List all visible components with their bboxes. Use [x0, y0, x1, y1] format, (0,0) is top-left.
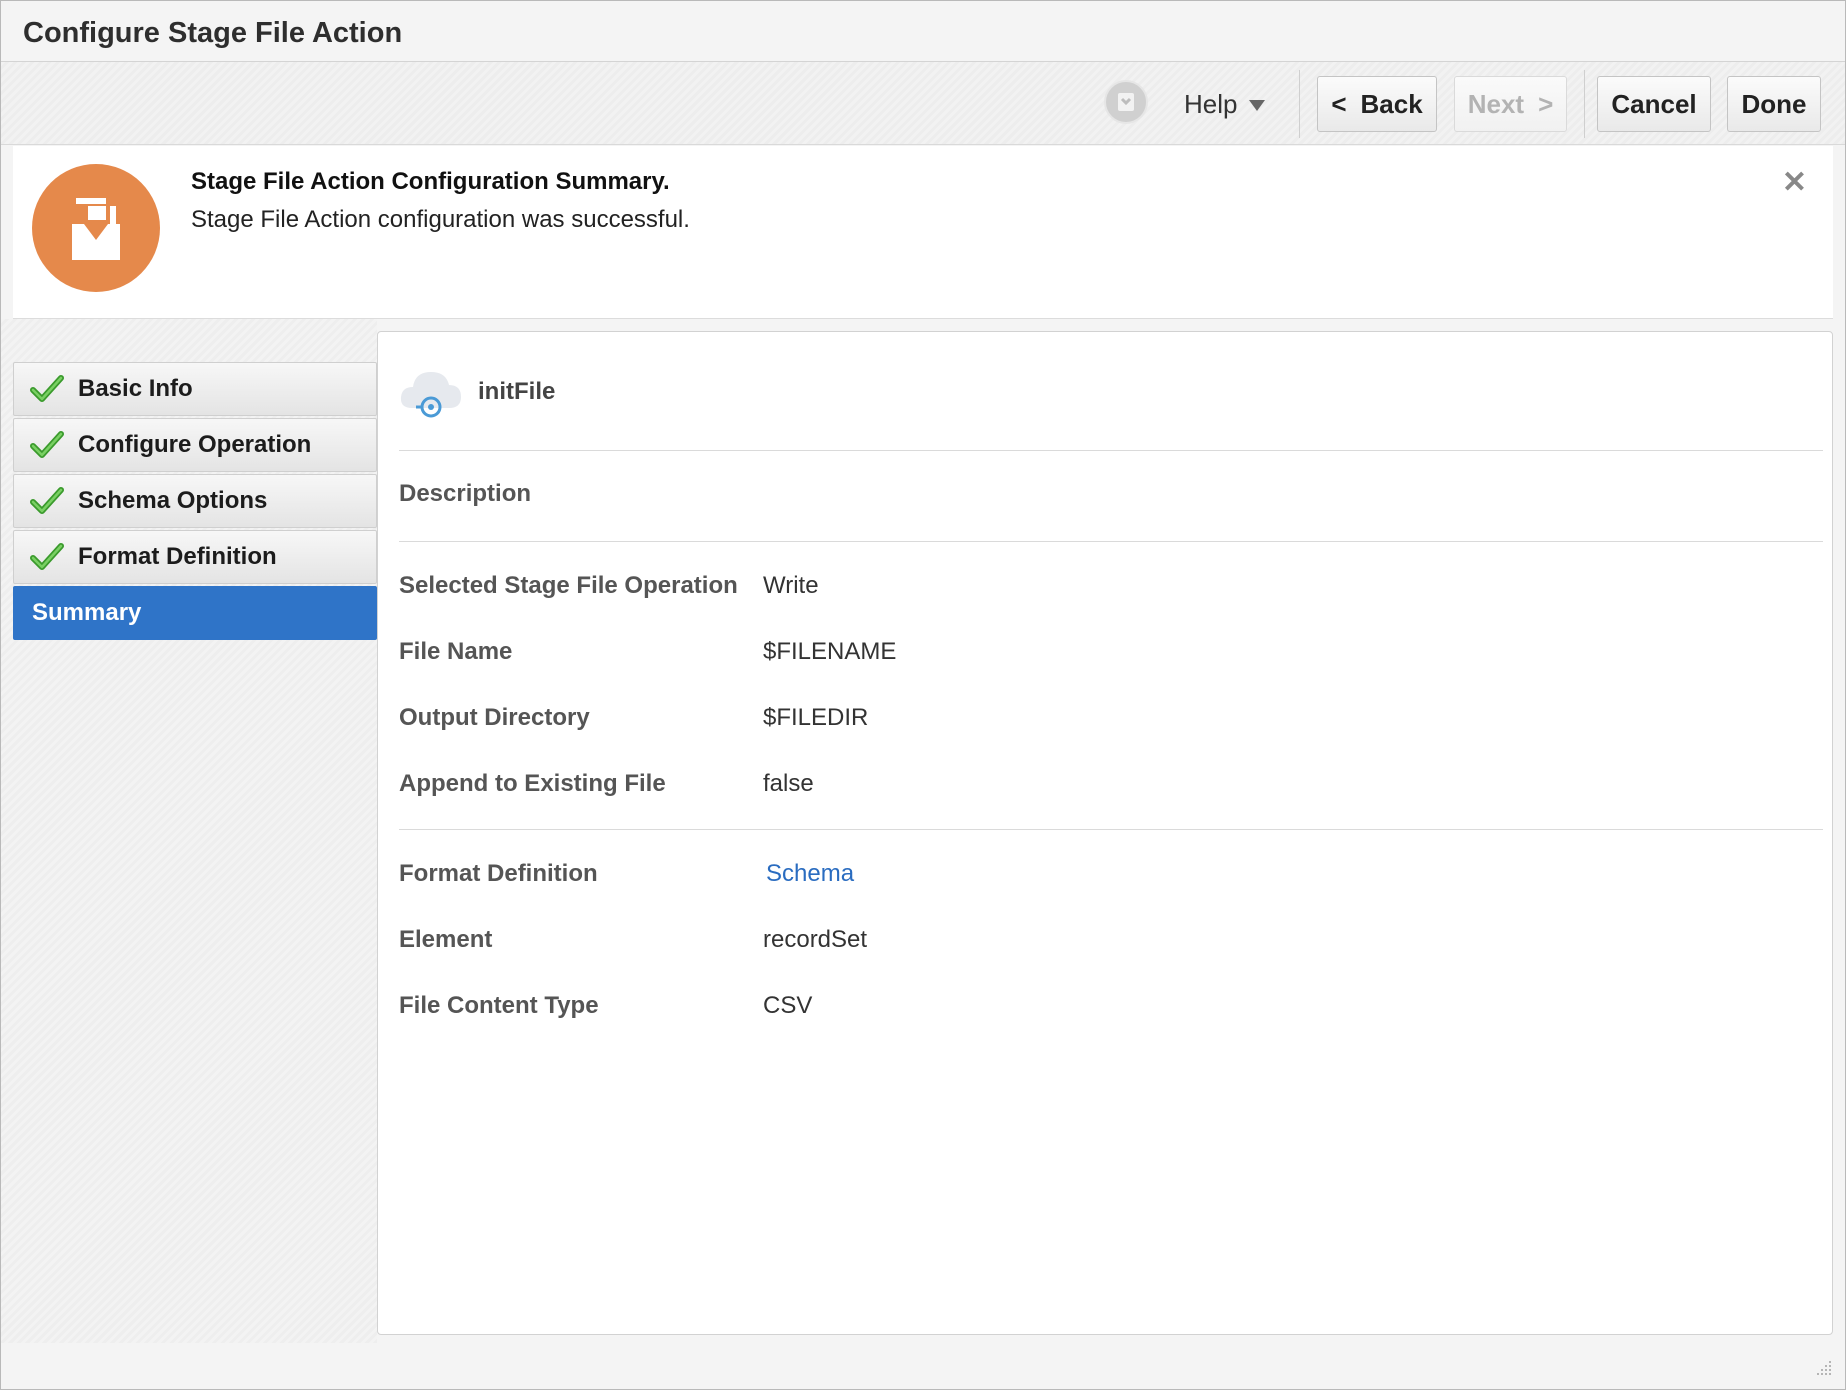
row-value: false: [763, 770, 814, 797]
done-button[interactable]: Done: [1727, 76, 1821, 132]
step-label: Format Definition: [78, 543, 277, 570]
checkmark-icon: [30, 375, 64, 402]
summary-row: Append to Existing File false: [399, 770, 814, 798]
row-value: $FILENAME: [763, 638, 897, 665]
cancel-label: Cancel: [1611, 88, 1697, 119]
step-basic-info[interactable]: Basic Info: [13, 362, 377, 416]
divider: [399, 450, 1823, 451]
summary-row: File Name $FILENAME: [399, 638, 896, 666]
divider: [399, 829, 1823, 830]
step-label: Schema Options: [78, 487, 268, 514]
row-label: Selected Stage File Operation: [399, 572, 738, 599]
row-label: Element: [399, 926, 493, 953]
toolbar-divider: [1584, 70, 1585, 138]
description-label: Description: [399, 480, 532, 507]
cloud-adapter-icon: [400, 372, 461, 418]
row-label: File Name: [399, 638, 513, 665]
row-label: Append to Existing File: [399, 770, 666, 797]
dialog-title: Configure Stage File Action: [23, 17, 403, 49]
chevron-down-icon: [1249, 100, 1266, 111]
user-avatar-icon[interactable]: [1104, 80, 1148, 124]
step-label: Summary: [32, 599, 142, 626]
row-label: Format Definition: [399, 860, 598, 887]
next-button[interactable]: Next >: [1454, 76, 1567, 132]
step-label: Configure Operation: [78, 431, 312, 458]
wizard-toolbar: Help < Back Next > Cancel Done: [1, 62, 1845, 145]
checkmark-icon: [30, 543, 64, 570]
row-value: $FILEDIR: [763, 704, 869, 731]
toolbar-divider: [1299, 70, 1300, 138]
done-label: Done: [1741, 88, 1807, 119]
back-label: Back: [1360, 88, 1423, 119]
row-label: Output Directory: [399, 704, 590, 731]
row-label: File Content Type: [399, 992, 599, 1019]
cancel-button[interactable]: Cancel: [1597, 76, 1711, 132]
banner-title: Stage File Action Configuration Summary.: [191, 168, 670, 195]
banner-message: Stage File Action configuration was succ…: [191, 206, 690, 233]
back-button[interactable]: < Back: [1317, 76, 1437, 132]
action-header: initFile: [398, 362, 555, 422]
configure-stage-file-dialog: Configure Stage File Action Help < Back …: [0, 0, 1846, 1390]
action-name: initFile: [478, 378, 556, 405]
dialog-titlebar[interactable]: Configure Stage File Action: [1, 1, 1845, 62]
row-value: CSV: [763, 992, 813, 1019]
step-schema-options[interactable]: Schema Options: [13, 474, 377, 528]
summary-row: Output Directory $FILEDIR: [399, 704, 868, 732]
schema-link[interactable]: Schema: [766, 860, 854, 888]
step-summary[interactable]: Summary: [13, 586, 377, 640]
step-format-definition[interactable]: Format Definition: [13, 530, 377, 584]
row-value: Write: [763, 572, 819, 599]
checkmark-icon: [30, 487, 64, 514]
stage-file-icon: [32, 164, 160, 292]
summary-row: Format Definition Schema: [399, 860, 854, 888]
help-label: Help: [1184, 88, 1238, 119]
next-arrow-icon: >: [1538, 88, 1554, 119]
row-value: recordSet: [763, 926, 868, 953]
help-menu[interactable]: Help: [1184, 86, 1266, 122]
close-icon[interactable]: ✕: [1782, 168, 1807, 198]
step-label: Basic Info: [78, 375, 193, 402]
wizard-steps: Basic Info Configure Operation Schema Op…: [13, 362, 377, 642]
back-arrow-icon: <: [1331, 88, 1347, 119]
summary-row: File Content Type CSV: [399, 992, 812, 1020]
checkmark-icon: [30, 431, 64, 458]
summary-row: Element recordSet: [399, 926, 867, 954]
next-label: Next: [1467, 88, 1525, 119]
summary-panel: initFile Description Selected Stage File…: [377, 331, 1833, 1335]
summary-row: Selected Stage File Operation Write: [399, 572, 819, 600]
confirmation-banner: Stage File Action Configuration Summary.…: [13, 146, 1833, 319]
resize-grip-icon[interactable]: [1813, 1357, 1833, 1377]
step-configure-operation[interactable]: Configure Operation: [13, 418, 377, 472]
divider: [399, 541, 1823, 542]
